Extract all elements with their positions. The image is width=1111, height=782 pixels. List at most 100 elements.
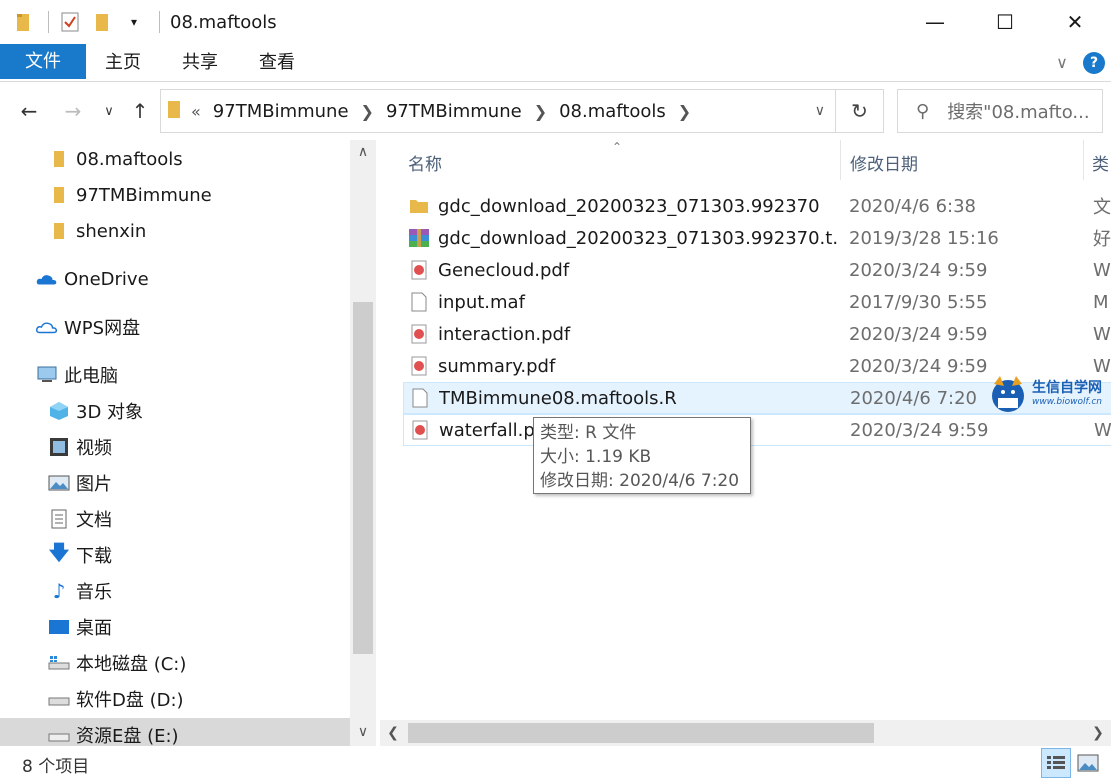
file-row[interactable]: input.maf 2017/9/30 5:55 M: [403, 286, 1111, 318]
nav-item-this-pc[interactable]: 此电脑: [36, 358, 118, 392]
address-dropdown-icon[interactable]: ∨: [815, 103, 825, 119]
file-date: 2020/4/6 7:20: [850, 387, 977, 409]
quick-access-toolbar: ▾ 08.maftools: [0, 0, 277, 44]
nav-item[interactable]: 图片: [48, 466, 112, 500]
chevron-right-icon[interactable]: ❯: [361, 102, 374, 121]
help-icon[interactable]: ?: [1083, 52, 1105, 74]
scrollbar-thumb[interactable]: [408, 723, 874, 743]
column-header-type[interactable]: 类: [1092, 140, 1109, 184]
item-count: 8 个项目: [22, 756, 90, 777]
address-row: ← → ∨ ↑ « 97TMBimmune ❯ 97TMBimmune ❯ 08…: [0, 82, 1111, 140]
forward-button[interactable]: →: [58, 96, 88, 126]
nav-item[interactable]: shenxin: [48, 214, 146, 248]
nav-item[interactable]: 文档: [48, 502, 112, 536]
wps-cloud-icon: [36, 316, 58, 338]
drive-icon: [48, 688, 70, 710]
file-row[interactable]: Genecloud.pdf 2020/3/24 9:59 W: [403, 254, 1111, 286]
properties-icon[interactable]: [59, 11, 81, 33]
nav-item[interactable]: ♪ 音乐: [48, 574, 112, 608]
minimize-button[interactable]: —: [900, 0, 970, 44]
nav-item-wps[interactable]: WPS网盘: [36, 310, 140, 344]
scroll-down-icon[interactable]: ∨: [350, 720, 376, 744]
breadcrumb-item[interactable]: 97TMBimmune: [386, 101, 522, 122]
nav-item-selected[interactable]: 资源E盘 (E:): [0, 718, 350, 746]
scrollbar-thumb[interactable]: [353, 302, 373, 654]
column-divider[interactable]: [1083, 140, 1084, 180]
back-button[interactable]: ←: [14, 96, 44, 126]
large-icons-view-icon: [1077, 754, 1099, 772]
address-bar[interactable]: « 97TMBimmune ❯ 97TMBimmune ❯ 08.maftool…: [160, 89, 836, 133]
toolbar-divider: [159, 11, 160, 33]
new-folder-icon[interactable]: [91, 11, 113, 33]
breadcrumb-item[interactable]: 08.maftools: [559, 101, 666, 122]
nav-item[interactable]: 🡇 下载: [48, 538, 112, 572]
customize-toolbar-icon[interactable]: ▾: [123, 11, 145, 33]
nav-scrollbar[interactable]: ∧ ∨: [350, 140, 376, 746]
ribbon-tabs: 文件 主页 共享 查看 ∨ ?: [0, 44, 1111, 82]
file-type: W: [1094, 419, 1111, 441]
tooltip-type: 类型: R 文件: [540, 423, 637, 443]
nav-item[interactable]: 视频: [48, 430, 112, 464]
navigation-pane: 08.maftools 97TMBimmune shenxin OneDrive…: [0, 140, 376, 746]
tab-file[interactable]: 文件: [0, 44, 86, 79]
music-icon: ♪: [52, 579, 66, 603]
file-row[interactable]: gdc_download_20200323_071303.992370 2020…: [403, 190, 1111, 222]
refresh-button[interactable]: ↻: [836, 89, 884, 133]
breadcrumb-overflow[interactable]: «: [191, 102, 201, 121]
file-name: interaction.pdf: [438, 323, 571, 345]
file-type: W: [1093, 323, 1111, 345]
nav-item[interactable]: 3D 对象: [48, 394, 143, 428]
chevron-right-icon[interactable]: ❯: [534, 102, 547, 121]
folder-icon: [48, 148, 70, 170]
scroll-up-icon[interactable]: ∧: [350, 140, 376, 164]
column-divider[interactable]: [840, 140, 841, 180]
tab-home[interactable]: 主页: [86, 46, 160, 80]
recent-locations-button[interactable]: ∨: [98, 96, 120, 126]
search-icon: ⚲: [916, 100, 930, 122]
horizontal-scrollbar[interactable]: ❮ ❯: [380, 720, 1111, 746]
title-bar: ▾ 08.maftools — ☐ ✕: [0, 0, 1111, 44]
file-row[interactable]: waterfall.pdf 2020/3/24 9:59 W: [403, 414, 1111, 446]
toolbar-divider: [48, 11, 49, 33]
nav-item-label: shenxin: [76, 220, 147, 242]
file-date: 2020/4/6 6:38: [849, 195, 976, 217]
large-icons-view-button[interactable]: [1073, 748, 1103, 778]
details-view-button[interactable]: [1041, 748, 1071, 778]
tab-view[interactable]: 查看: [240, 46, 314, 80]
column-header-date[interactable]: 修改日期: [850, 140, 918, 184]
file-row[interactable]: gdc_download_20200323_071303.992370.t...…: [403, 222, 1111, 254]
file-name: Genecloud.pdf: [438, 259, 570, 281]
file-icon: [409, 387, 431, 409]
file-row[interactable]: interaction.pdf 2020/3/24 9:59 W: [403, 318, 1111, 350]
file-date: 2020/3/24 9:59: [849, 323, 988, 345]
scroll-right-icon[interactable]: ❯: [1085, 720, 1111, 746]
nav-item[interactable]: 97TMBimmune: [48, 178, 212, 212]
file-date: 2020/3/24 9:59: [849, 259, 988, 281]
nav-item-onedrive[interactable]: OneDrive: [36, 262, 149, 296]
pdf-icon: [408, 259, 430, 281]
column-header-name[interactable]: 名称: [408, 140, 442, 184]
close-button[interactable]: ✕: [1040, 0, 1110, 44]
tab-share[interactable]: 共享: [162, 46, 238, 80]
search-input[interactable]: ⚲ 搜索"08.mafto...: [897, 89, 1103, 133]
nav-item-label: 08.maftools: [76, 148, 183, 170]
nav-item[interactable]: 08.maftools: [48, 142, 183, 176]
breadcrumb-item[interactable]: 97TMBimmune: [213, 101, 349, 122]
scroll-left-icon[interactable]: ❮: [380, 720, 406, 746]
tooltip-modified: 修改日期: 2020/4/6 7:20: [540, 471, 740, 491]
file-type: 好: [1093, 229, 1111, 250]
nav-item[interactable]: 软件D盘 (D:): [48, 682, 184, 716]
sort-arrow-icon: ⌃: [612, 140, 623, 154]
pdf-icon: [408, 323, 430, 345]
drive-icon: [48, 724, 70, 746]
nav-item-label: WPS网盘: [64, 318, 141, 339]
maximize-button[interactable]: ☐: [970, 0, 1040, 44]
nav-item[interactable]: 本地磁盘 (C:): [48, 646, 186, 680]
nav-item-label: 资源E盘 (E:): [76, 726, 179, 746]
folder-icon: [48, 220, 70, 242]
up-button[interactable]: ↑: [126, 96, 154, 126]
nav-item[interactable]: 桌面: [48, 610, 112, 644]
chevron-right-icon[interactable]: ❯: [678, 102, 691, 121]
nav-item-label: 音乐: [76, 582, 112, 603]
expand-ribbon-icon[interactable]: ∨: [1048, 46, 1076, 80]
